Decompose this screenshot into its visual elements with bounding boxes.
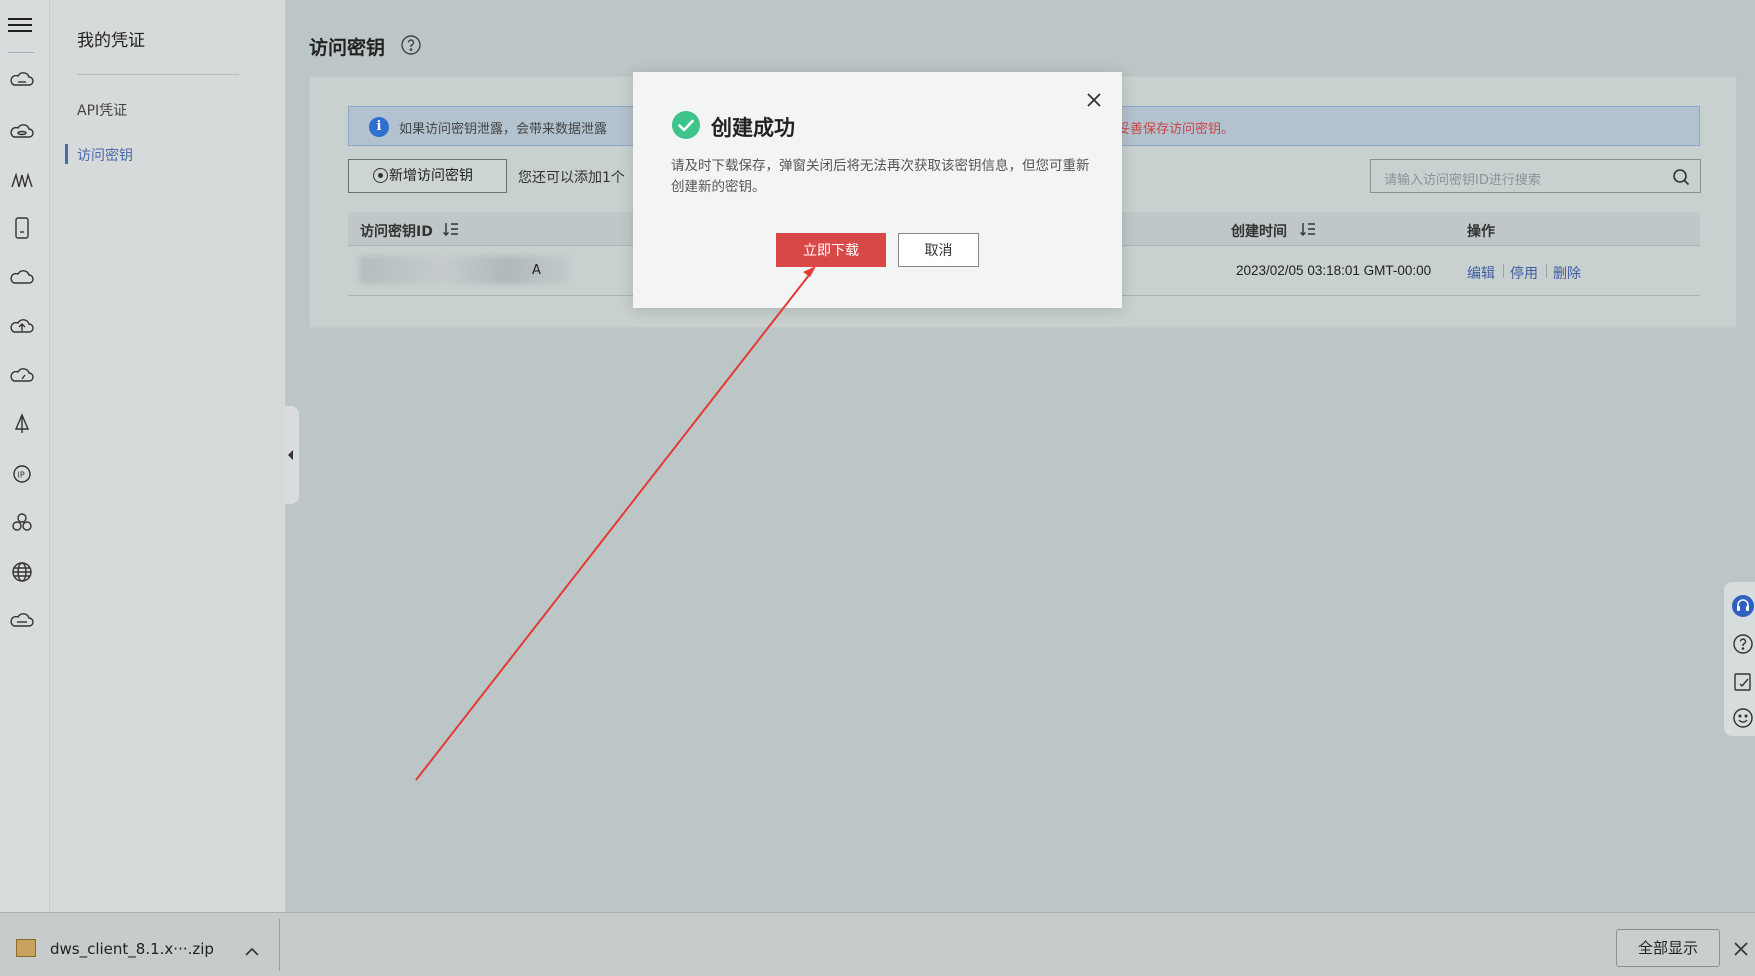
smiley-icon[interactable] (1731, 706, 1755, 730)
cloud-stack-icon[interactable] (8, 607, 36, 635)
rail-divider (8, 52, 34, 53)
created-time-cell: 2023/02/05 03:18:01 GMT-00:00 (1236, 263, 1432, 278)
svg-text:IP: IP (18, 471, 25, 480)
notice-warning: 妥善保存访问密钥。 (1117, 122, 1235, 137)
action-separator (1546, 264, 1547, 278)
column-header-key-id: 访问密钥ID (360, 224, 433, 240)
download-file-name[interactable]: dws_client_8.1.x···.zip (50, 940, 214, 958)
cluster-icon[interactable] (8, 509, 36, 537)
cloud-outline-icon[interactable] (8, 264, 36, 292)
chevron-up-icon[interactable] (244, 943, 260, 956)
sidebar-item-api-credentials[interactable]: API凭证 (77, 100, 127, 120)
close-icon[interactable] (1086, 92, 1102, 108)
cloud-icon[interactable] (8, 66, 36, 94)
download-bar-divider (279, 919, 280, 971)
cloud-database-icon[interactable] (8, 118, 36, 146)
floating-toolbar (1724, 582, 1755, 736)
mountain-chart-icon[interactable] (8, 166, 36, 194)
success-check-icon (671, 110, 701, 140)
globe-icon[interactable] (8, 558, 36, 586)
key-id-visible-fragment: A (532, 263, 541, 278)
add-circle-icon (373, 168, 388, 183)
sidebar-divider (77, 74, 239, 75)
search-input[interactable]: 请输入访问密钥ID进行搜索 (1370, 159, 1701, 193)
global-nav-rail: IP (0, 0, 50, 912)
action-separator (1503, 264, 1504, 278)
sidebar-item-access-keys[interactable]: 访问密钥 (77, 145, 133, 165)
sidebar-title: 我的凭证 (77, 31, 145, 51)
delete-link[interactable]: 删除 (1553, 263, 1581, 283)
feedback-edit-icon[interactable] (1731, 670, 1755, 694)
dialog-message: 请及时下载保存，弹窗关闭后将无法再次获取该密钥信息，但您可重新创建新的密钥。 (671, 158, 1090, 195)
cancel-button[interactable]: 取消 (898, 233, 979, 267)
edit-link[interactable]: 编辑 (1467, 263, 1495, 283)
cloud-gauge-icon[interactable] (8, 362, 36, 390)
column-header-actions: 操作 (1467, 224, 1495, 240)
notice-text: 如果访问密钥泄露，会带来数据泄露 (399, 122, 608, 137)
browser-download-bar: dws_client_8.1.x···.zip 全部显示 (0, 912, 1755, 976)
hamburger-menu-icon[interactable] (8, 14, 32, 36)
page-title: 访问密钥 (309, 37, 386, 59)
customer-service-icon[interactable] (1731, 594, 1755, 618)
sort-icon[interactable] (1299, 221, 1317, 237)
ip-icon[interactable]: IP (8, 460, 36, 488)
add-access-key-button[interactable]: 新增访问密钥 (348, 159, 507, 193)
search-placeholder: 请输入访问密钥ID进行搜索 (1384, 173, 1541, 188)
disable-link[interactable]: 停用 (1510, 263, 1538, 283)
help-icon[interactable] (400, 34, 422, 56)
zip-file-icon (16, 939, 36, 957)
show-all-button[interactable]: 全部显示 (1616, 929, 1720, 967)
sort-icon[interactable] (442, 221, 460, 237)
active-indicator (65, 144, 68, 164)
column-header-created-time: 创建时间 (1231, 224, 1287, 240)
close-icon[interactable] (1734, 941, 1748, 956)
info-icon: i (369, 117, 389, 137)
sail-icon[interactable] (8, 411, 36, 439)
quota-hint: 您还可以添加1个 (518, 170, 625, 186)
dialog-title: 创建成功 (711, 116, 795, 140)
add-button-label: 新增访问密钥 (389, 168, 473, 184)
phone-icon[interactable] (8, 214, 36, 242)
download-now-button[interactable]: 立即下载 (776, 233, 886, 267)
credentials-sidebar: 我的凭证 API凭证 访问密钥 (50, 0, 286, 912)
sidebar-collapse-handle[interactable] (283, 406, 299, 504)
cloud-upload-icon[interactable] (8, 313, 36, 341)
search-icon[interactable] (1672, 168, 1690, 186)
create-success-dialog: 创建成功 请及时下载保存，弹窗关闭后将无法再次获取该密钥信息，但您可重新创建新的… (633, 72, 1122, 308)
help-icon[interactable] (1731, 632, 1755, 656)
